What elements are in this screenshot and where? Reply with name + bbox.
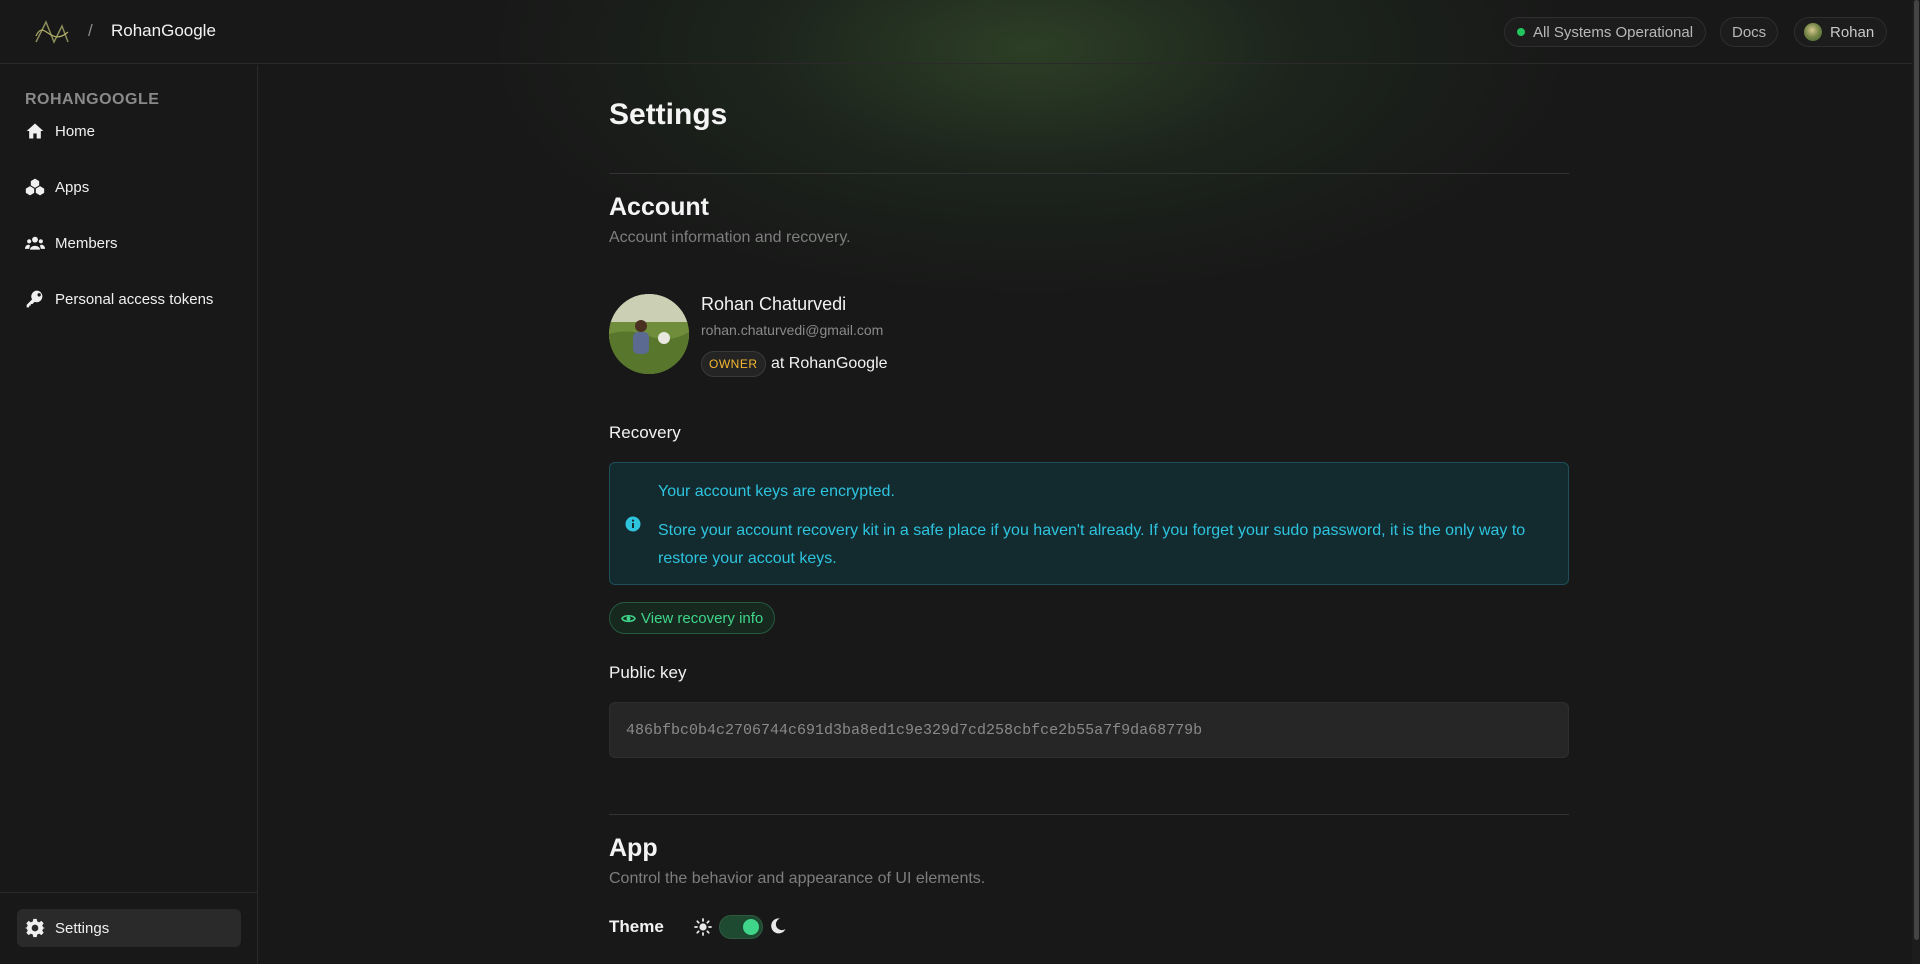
recovery-title: Recovery [609,423,681,442]
sidebar-org-title: ROHANGOOGLE [25,91,160,108]
role-org-text: at RohanGoogle [771,355,888,372]
user-menu-label: Rohan [1830,23,1875,41]
user-avatar-small [1804,23,1822,41]
theme-toggle[interactable] [719,915,763,939]
app-section-subtitle: Control the behavior and appearance of U… [609,870,986,887]
scrollbar-thumb[interactable] [1914,0,1919,940]
sidebar-item-apps[interactable]: Apps [17,168,241,206]
sidebar-item-home[interactable]: Home [17,112,241,150]
sidebar-item-label: Home [55,122,96,140]
sidebar-item-settings[interactable]: Settings [17,909,241,947]
home-icon [26,123,44,139]
view-recovery-info-button[interactable]: View recovery info [609,602,776,634]
user-email: rohan.chaturvedi@gmail.com [701,322,884,338]
sidebar-item-label: Settings [55,919,110,937]
key-icon [26,290,43,308]
sidebar-item-label: Apps [55,178,90,196]
public-key-value[interactable]: 486bfbc0b4c2706744c691d3ba8ed1c9e329d7cd… [626,722,1202,739]
section-divider [609,814,1569,815]
sidebar-divider [0,892,258,893]
user-full-name: Rohan Chaturvedi [701,294,847,314]
account-section-subtitle: Account information and recovery. [609,229,851,246]
docs-button[interactable]: Docs [1720,17,1779,47]
eye-icon [621,614,636,622]
sidebar-item-label: Personal access tokens [55,290,214,308]
toggle-knob [743,919,759,935]
moon-icon [771,918,786,934]
role-badge: OWNER [701,351,766,377]
page-title: Settings [609,98,728,131]
breadcrumb-separator: / [88,21,93,40]
user-menu-button[interactable]: Rohan [1794,17,1888,47]
sidebar-item-label: Members [55,234,118,252]
alert-body: Store your account recovery kit in a saf… [658,522,1526,567]
logo-icon[interactable] [34,18,70,46]
apps-icon [25,178,45,196]
status-dot-icon [1517,28,1525,36]
user-avatar [609,294,689,374]
sidebar: ROHANGOOGLE Home Apps Members Personal a… [0,65,258,964]
gear-icon [25,918,45,938]
top-header: / RohanGoogle All Systems Operational Do… [0,0,1912,64]
info-icon [625,516,641,532]
recovery-info-alert: Your account keys are encrypted. Store y… [609,462,1569,585]
breadcrumb-org-name[interactable]: RohanGoogle [111,21,216,41]
account-section-title: Account [609,193,709,221]
section-divider [609,173,1569,174]
status-text: All Systems Operational [1533,23,1694,41]
sun-icon [694,918,712,936]
public-key-field[interactable]: 486bfbc0b4c2706744c691d3ba8ed1c9e329d7cd… [609,702,1569,758]
public-key-title: Public key [609,663,687,682]
theme-label: Theme [609,917,664,936]
alert-heading: Your account keys are encrypted. [658,483,895,500]
members-icon [25,236,45,250]
sidebar-item-members[interactable]: Members [17,224,241,262]
sidebar-item-personal-access-tokens[interactable]: Personal access tokens [17,280,241,318]
recovery-button-label: View recovery info [641,609,764,627]
app-section-title: App [609,834,658,862]
system-status-pill[interactable]: All Systems Operational [1504,17,1707,47]
